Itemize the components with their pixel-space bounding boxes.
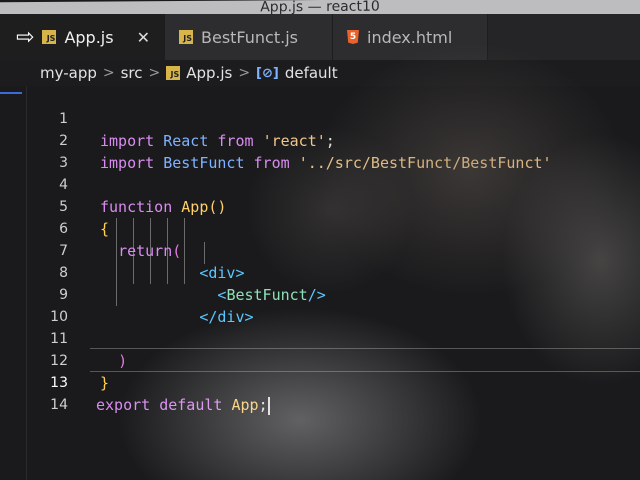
breadcrumb-item-my-app[interactable]: my-app bbox=[40, 64, 97, 82]
function-name-token: App bbox=[181, 198, 209, 216]
code-line: 9 </div> bbox=[0, 262, 253, 326]
tab-label: BestFunct.js bbox=[201, 27, 298, 47]
tab-bestfunct-js[interactable]: JS BestFunct.js bbox=[165, 14, 333, 60]
tag-bracket-token: </ bbox=[199, 308, 218, 326]
breadcrumb: my-app > src > JS App.js > [⊘] default bbox=[0, 60, 640, 86]
close-icon[interactable]: ✕ bbox=[137, 28, 150, 47]
chevron-right-icon: > bbox=[148, 65, 161, 81]
js-file-icon: JS bbox=[166, 66, 181, 80]
tag-bracket-token: /> bbox=[307, 286, 326, 304]
current-line-highlight bbox=[90, 348, 640, 372]
code-line: 11 ) bbox=[0, 306, 127, 370]
tag-name-token: div bbox=[208, 264, 236, 282]
string-token: 'react' bbox=[262, 132, 326, 150]
tab-index-html[interactable]: 5 index.html bbox=[333, 14, 488, 60]
line-number: 5 bbox=[59, 199, 68, 215]
code-line: 6 return( bbox=[0, 196, 181, 260]
line-number: 8 bbox=[59, 265, 68, 281]
line-number: 2 bbox=[59, 133, 68, 149]
code-line: 2 import BestFunct from '../src/BestFunc… bbox=[0, 108, 551, 172]
tab-label: App.js bbox=[64, 27, 114, 47]
code-line: 14 bbox=[0, 372, 68, 413]
identifier-token: React bbox=[163, 132, 209, 150]
code-line: 4 function App() bbox=[0, 152, 226, 216]
js-file-icon: JS bbox=[179, 30, 193, 44]
code-line: 8 <BestFunct/> bbox=[0, 240, 326, 304]
line-number: 14 bbox=[50, 397, 68, 413]
line-number: 11 bbox=[50, 331, 68, 347]
tab-bar-empty-area bbox=[488, 14, 640, 60]
keyword-token: from bbox=[217, 132, 254, 150]
js-file-icon: JS bbox=[42, 30, 57, 44]
line-number: 13 bbox=[50, 375, 68, 391]
tag-name-token: div bbox=[217, 308, 245, 326]
brace-token: { bbox=[100, 220, 110, 238]
keyword-token: export bbox=[96, 396, 151, 414]
keyword-token: return bbox=[118, 242, 173, 260]
code-editor[interactable]: 1 import React from 'react'; 2 import Be… bbox=[0, 86, 640, 480]
brace-token: } bbox=[100, 374, 110, 392]
breadcrumb-item-default[interactable]: default bbox=[285, 64, 338, 82]
line-number: 6 bbox=[59, 221, 68, 237]
punctuation-token: () bbox=[208, 198, 227, 216]
tag-bracket-token: > bbox=[235, 264, 245, 282]
keyword-token: from bbox=[253, 154, 290, 172]
string-token: '../src/BestFunct/BestFunct' bbox=[298, 154, 552, 172]
line-number: 4 bbox=[59, 177, 68, 193]
arrow-right-icon: ⇨ bbox=[16, 24, 35, 50]
tag-bracket-token: > bbox=[244, 308, 254, 326]
code-line: 3 bbox=[0, 130, 68, 171]
line-number: 9 bbox=[59, 287, 68, 303]
keyword-token: function bbox=[100, 198, 173, 216]
tab-app-js[interactable]: ⇨ JS App.js ✕ bbox=[0, 14, 165, 60]
identifier-token: App bbox=[231, 396, 259, 414]
paren-token: ) bbox=[118, 352, 128, 370]
line-number: 7 bbox=[59, 243, 68, 259]
punctuation-token: ; bbox=[325, 132, 335, 150]
symbol-icon: [⊘] bbox=[256, 65, 279, 81]
tab-label: index.html bbox=[367, 27, 453, 47]
indent-guide bbox=[204, 242, 205, 264]
line-number: 1 bbox=[59, 111, 68, 127]
paren-token: ( bbox=[172, 242, 182, 260]
keyword-token: default bbox=[159, 396, 223, 414]
breadcrumb-item-app-js[interactable]: App.js bbox=[186, 64, 232, 82]
punctuation-token: ; bbox=[258, 396, 268, 414]
breadcrumb-item-src[interactable]: src bbox=[121, 64, 143, 82]
code-line: 13 export default App; bbox=[0, 350, 270, 415]
line-number: 12 bbox=[50, 353, 68, 369]
chevron-right-icon: > bbox=[238, 65, 251, 81]
code-line: 5 { bbox=[0, 174, 109, 238]
text-cursor bbox=[267, 396, 270, 415]
component-name-token: BestFunct bbox=[226, 286, 308, 304]
line-number: 10 bbox=[50, 309, 68, 325]
html-file-icon: 5 bbox=[347, 30, 359, 44]
code-line: 10 bbox=[0, 284, 68, 325]
code-line: 7 <div> bbox=[0, 218, 244, 282]
keyword-token: import bbox=[100, 132, 155, 150]
code-line: 1 import React from 'react'; bbox=[0, 86, 335, 150]
chevron-right-icon: > bbox=[102, 65, 115, 81]
line-number: 3 bbox=[59, 155, 68, 171]
code-line: 12 } bbox=[0, 328, 109, 392]
keyword-token: import bbox=[100, 154, 155, 172]
tab-bar: ⇨ JS App.js ✕ JS BestFunct.js 5 index.ht… bbox=[0, 14, 640, 60]
identifier-token: BestFunct bbox=[163, 154, 245, 172]
